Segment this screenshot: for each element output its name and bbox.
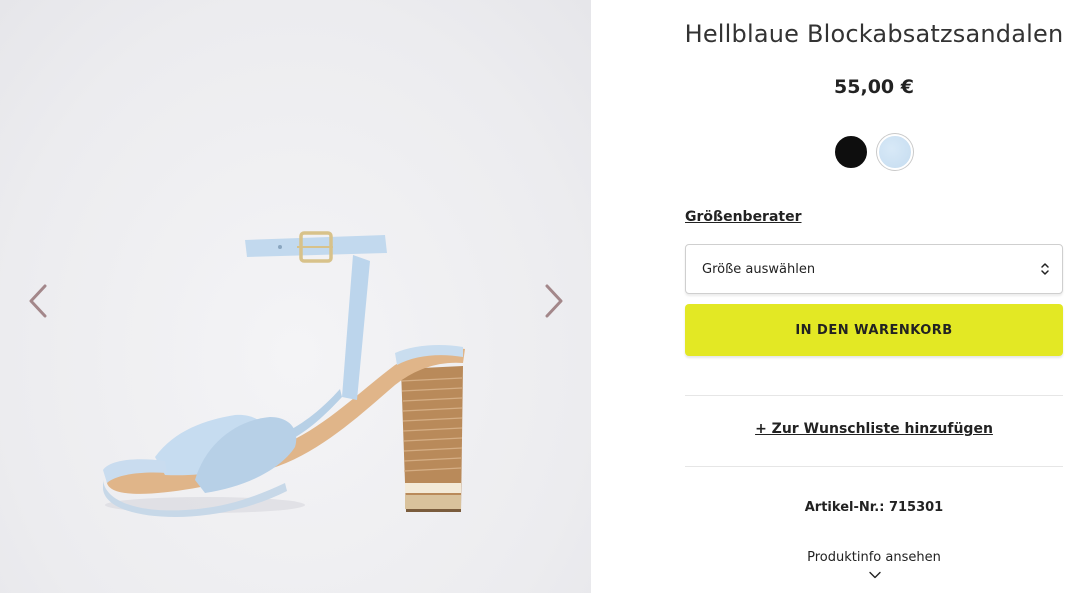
chevron-right-icon: [545, 284, 563, 318]
product-title: Hellblaue Blockabsatzsandalen: [684, 20, 1064, 48]
product-details-panel: Hellblaue Blockabsatzsandalen 55,00 € Gr…: [685, 0, 1063, 593]
size-select-label: Größe auswählen: [702, 261, 816, 277]
size-guide-link[interactable]: Größenberater: [685, 209, 802, 225]
product-image-gallery: [0, 0, 591, 593]
add-to-cart-button[interactable]: IN DEN WARENKORB: [685, 304, 1063, 356]
product-price: 55,00 €: [834, 76, 914, 98]
product-image: [103, 231, 465, 517]
article-number: Artikel-Nr.: 715301: [804, 500, 944, 515]
size-select[interactable]: Größe auswählen: [685, 244, 1063, 294]
divider: [685, 395, 1063, 396]
gallery-prev-button[interactable]: [20, 281, 56, 321]
chevron-left-icon: [29, 284, 47, 318]
add-to-cart-label: IN DEN WARENKORB: [795, 322, 953, 338]
color-swatch-black[interactable]: [833, 134, 869, 170]
color-swatches: [833, 134, 913, 170]
add-to-wishlist-link[interactable]: + Zur Wunschliste hinzufügen: [685, 421, 1063, 437]
chevron-up-down-icon: [1041, 263, 1049, 275]
chevron-down-icon[interactable]: [869, 571, 881, 579]
product-info-toggle[interactable]: Produktinfo ansehen: [685, 550, 1063, 565]
color-swatch-light-blue[interactable]: [877, 134, 913, 170]
divider: [685, 466, 1063, 467]
gallery-next-button[interactable]: [536, 281, 572, 321]
